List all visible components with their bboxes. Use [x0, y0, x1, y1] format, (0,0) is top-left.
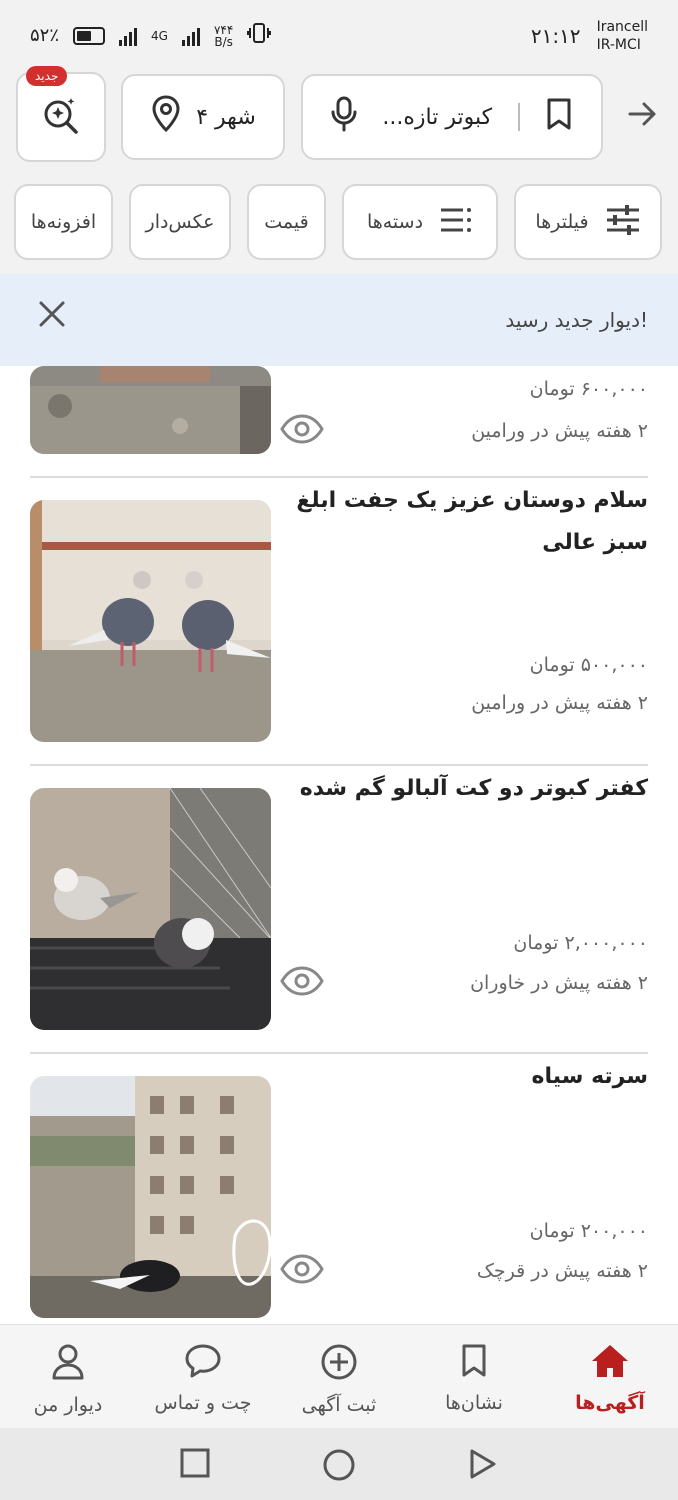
close-icon[interactable]: [38, 300, 66, 333]
notice-text: دیوار جدید رسید!: [505, 308, 648, 332]
ad-thumbnail: [30, 500, 271, 742]
ai-search-button[interactable]: جدید: [16, 66, 106, 162]
nav-post-ad-label: ثبت آگهی: [301, 1394, 377, 1416]
home-circle-icon[interactable]: [322, 1448, 356, 1486]
price-chip[interactable]: قیمت: [247, 184, 326, 260]
sparkle-search-icon: [40, 94, 82, 140]
filters-label: فیلترها: [535, 211, 589, 233]
categories-chip[interactable]: دسته‌ها: [342, 184, 498, 260]
vibrate-icon: [247, 22, 272, 49]
city-selector-button[interactable]: ۴ شهر: [121, 74, 285, 160]
ad-price: ۵۰۰,۰۰۰ تومان: [529, 654, 648, 676]
ad-meta: ۲ هفته پیش در ورامین: [471, 692, 648, 714]
bottom-navigation: آگهی‌ها نشان‌ها ثبت آگهی چت و تماس دیوار…: [0, 1324, 678, 1428]
back-arrow-icon[interactable]: [628, 100, 658, 135]
nav-ads-label: آگهی‌ها: [575, 1392, 645, 1414]
ad-price: ۶۰۰,۰۰۰ تومان: [529, 378, 648, 400]
ad-thumbnail: [30, 366, 271, 454]
ad-thumbnail: [30, 788, 271, 1030]
ad-meta: ۲ هفته پیش در قرچک: [476, 1260, 648, 1282]
ad-price: ۲,۰۰۰,۰۰۰ تومان: [513, 932, 648, 954]
with-photo-label: عکس‌دار: [145, 211, 215, 233]
new-badge: جدید: [26, 66, 68, 86]
search-query-text: کبوتر تازه...: [382, 104, 493, 130]
ad-title: سرته سیاه: [531, 1064, 648, 1089]
filter-chips-row: فیلترها دسته‌ها قیمت عکس‌دار افزونه‌ها: [0, 172, 678, 274]
addons-chip[interactable]: افزونه‌ها: [14, 184, 113, 260]
network-type: 4G: [151, 28, 168, 43]
list-item[interactable]: سرته سیاه ۲۰۰,۰۰۰ تومان ۲ هفته پیش در قر…: [30, 1054, 648, 1324]
ad-title: کفتر کبوتر دو کت آلبالو گم شده: [299, 776, 648, 801]
status-right: ۲۱:۱۲ Irancell IR-MCI: [531, 18, 648, 54]
new-divar-notice: دیوار جدید رسید!: [0, 274, 678, 366]
list-item[interactable]: سلام دوستان عزیز یک جفت ابلغ سبز عالی ۵۰…: [30, 478, 648, 764]
ad-title: سلام دوستان عزیز یک جفت ابلغ سبز عالی: [296, 488, 648, 555]
seen-eye-icon: [280, 966, 324, 1000]
search-separator: [517, 103, 520, 131]
battery-percent: ۵۲٪: [30, 25, 60, 46]
ad-meta: ۲ هفته پیش در ورامین: [471, 420, 648, 442]
location-pin-icon: [150, 95, 182, 139]
carrier: Irancell IR-MCI: [597, 18, 648, 54]
network-speed: ۷۴۴ B/s: [214, 24, 233, 48]
list-icon: [439, 206, 473, 239]
signal-icon: [119, 26, 138, 46]
signal-icon-2: [181, 26, 200, 46]
nav-chat[interactable]: چت و تماس: [135, 1343, 271, 1414]
speed-unit: B/s: [214, 34, 233, 49]
ad-thumbnail: [30, 1076, 271, 1318]
ad-meta: ۲ هفته پیش در خاوران: [470, 972, 648, 994]
carrier-line2: IR-MCI: [596, 37, 641, 53]
seen-eye-icon: [280, 414, 324, 448]
filters-chip[interactable]: فیلترها: [514, 184, 662, 260]
seen-eye-icon: [280, 1254, 324, 1288]
price-label: قیمت: [264, 211, 309, 233]
system-navigation-bar: [0, 1428, 678, 1500]
categories-label: دسته‌ها: [366, 211, 424, 233]
nav-chat-label: چت و تماس: [154, 1392, 252, 1414]
search-bar-row: جدید ۴ شهر کبوتر تازه...: [0, 66, 678, 172]
nav-bookmarks[interactable]: نشان‌ها: [406, 1343, 542, 1414]
nav-ads[interactable]: آگهی‌ها: [542, 1343, 678, 1414]
list-item[interactable]: کفتر کبوتر دو کت آلبالو گم شده ۲,۰۰۰,۰۰۰…: [30, 766, 648, 1054]
with-photo-chip[interactable]: عکس‌دار: [129, 184, 231, 260]
carrier-line1: Irancell: [596, 19, 648, 35]
microphone-icon[interactable]: [331, 96, 357, 138]
status-left: ۵۲٪ 4G ۷۴۴ B/s: [30, 22, 272, 49]
search-query-field[interactable]: کبوتر تازه...: [301, 74, 603, 160]
home-icon: [590, 1345, 630, 1384]
list-item[interactable]: ۶۰۰,۰۰۰ تومان ۲ هفته پیش در ورامین: [30, 366, 648, 476]
bookmark-icon: [459, 1344, 489, 1384]
plus-circle-icon: [320, 1344, 358, 1386]
clock: ۲۱:۱۲: [530, 24, 581, 48]
status-bar: ۵۲٪ 4G ۷۴۴ B/s ۲۱:۱۲ Irancell IR-MCI: [0, 0, 678, 72]
nav-bookmarks-label: نشان‌ها: [445, 1392, 503, 1414]
user-icon: [50, 1344, 86, 1386]
back-triangle-icon[interactable]: [468, 1448, 498, 1484]
ad-price: ۲۰۰,۰۰۰ تومان: [529, 1220, 648, 1242]
battery-icon: [73, 26, 106, 45]
nav-my-divar-label: دیوار من: [33, 1394, 103, 1416]
chat-bubble-icon: [184, 1344, 222, 1384]
sliders-icon: [605, 204, 641, 241]
addons-label: افزونه‌ها: [30, 211, 97, 233]
bookmark-search-icon[interactable]: [545, 97, 573, 137]
city-label: ۴ شهر: [196, 104, 256, 130]
recents-square-icon[interactable]: [180, 1448, 210, 1482]
nav-post-ad[interactable]: ثبت آگهی: [271, 1343, 407, 1416]
ad-list: ۶۰۰,۰۰۰ تومان ۲ هفته پیش در ورامین سلام …: [0, 366, 678, 1324]
nav-my-divar[interactable]: دیوار من: [0, 1343, 136, 1416]
